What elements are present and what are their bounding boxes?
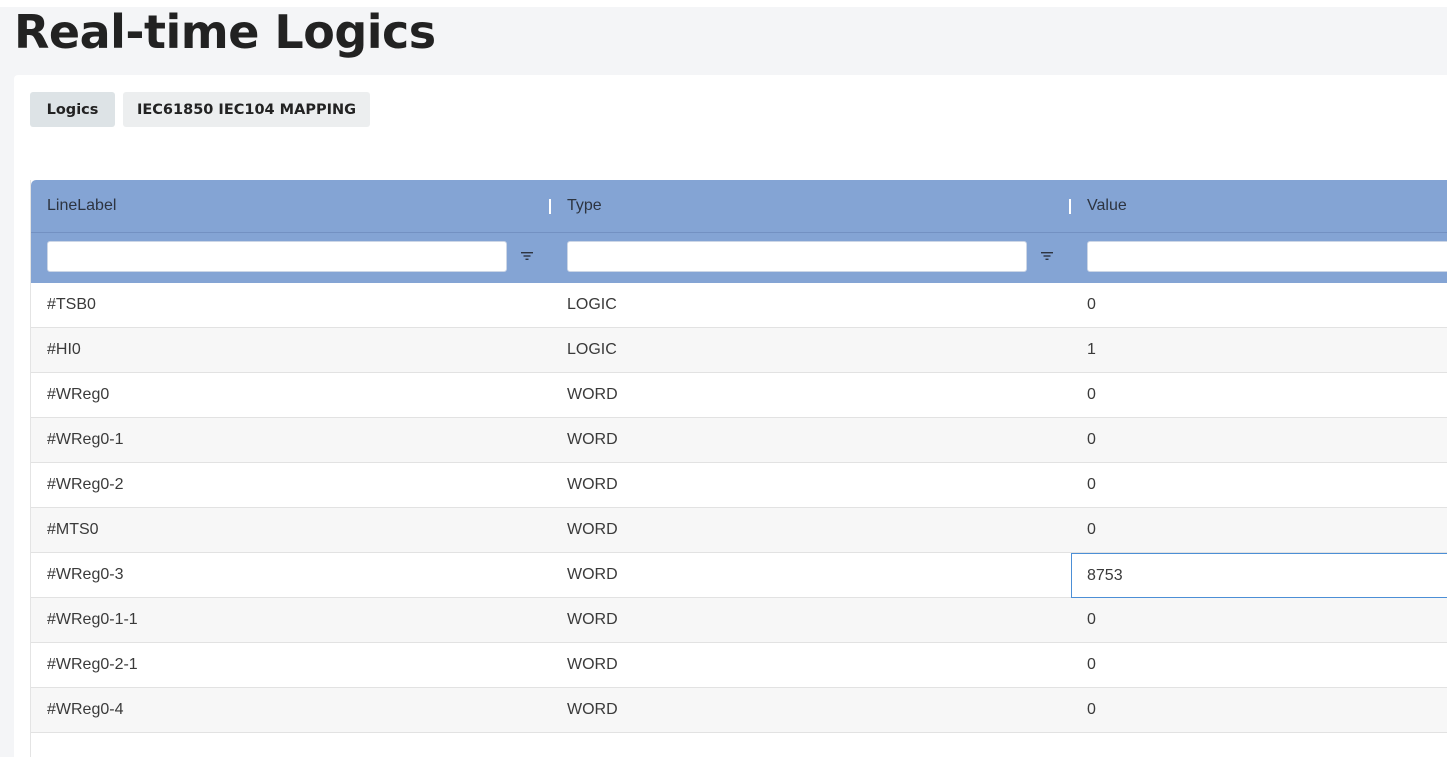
data-grid: LineLabel Type Value #TSB0 LOGIC 0 #HI0 …: [30, 180, 1447, 757]
filter-icon[interactable]: [1039, 248, 1055, 264]
cell-linelabel[interactable]: #WReg0-3: [47, 553, 547, 597]
table-row[interactable]: #WReg0-1 WORD 0: [31, 418, 1447, 463]
page-title: Real-time Logics: [14, 5, 436, 59]
grid-body: #TSB0 LOGIC 0 #HI0 LOGIC 1 #WReg0 WORD 0…: [31, 283, 1447, 733]
tab-logics[interactable]: Logics: [30, 92, 115, 127]
filter-icon[interactable]: [519, 248, 535, 264]
cell-linelabel[interactable]: #WReg0-2-1: [47, 643, 547, 687]
cell-type[interactable]: WORD: [567, 643, 1067, 687]
cell-linelabel[interactable]: #HI0: [47, 328, 547, 372]
cell-linelabel[interactable]: #WReg0-4: [47, 688, 547, 732]
table-row[interactable]: #WReg0-1-1 WORD 0: [31, 598, 1447, 643]
cell-linelabel[interactable]: #WReg0-2: [47, 463, 547, 507]
cell-linelabel[interactable]: #TSB0: [47, 283, 547, 327]
cell-type[interactable]: WORD: [567, 688, 1067, 732]
linelabel-filter-input[interactable]: [47, 241, 507, 272]
cell-value[interactable]: 0: [1071, 283, 1447, 327]
table-row[interactable]: #WReg0-3 WORD 8753: [31, 553, 1447, 598]
column-resize-handle[interactable]: [549, 199, 551, 214]
column-header-linelabel[interactable]: LineLabel: [47, 180, 116, 232]
header-divider: [31, 232, 1447, 233]
table-row[interactable]: #WReg0-2 WORD 0: [31, 463, 1447, 508]
cell-value[interactable]: 0: [1071, 598, 1447, 642]
table-row[interactable]: #WReg0-4 WORD 0: [31, 688, 1447, 733]
table-row[interactable]: #HI0 LOGIC 1: [31, 328, 1447, 373]
table-row[interactable]: #WReg0 WORD 0: [31, 373, 1447, 418]
cell-linelabel[interactable]: #WReg0: [47, 373, 547, 417]
cell-value[interactable]: 1: [1071, 328, 1447, 372]
cell-value[interactable]: 0: [1071, 418, 1447, 462]
table-row[interactable]: #WReg0-2-1 WORD 0: [31, 643, 1447, 688]
cell-value[interactable]: 0: [1071, 643, 1447, 687]
table-row[interactable]: #MTS0 WORD 0: [31, 508, 1447, 553]
column-header-type[interactable]: Type: [567, 180, 602, 232]
cell-value-focused[interactable]: 8753: [1071, 553, 1447, 598]
cell-value[interactable]: 0: [1071, 463, 1447, 507]
cell-linelabel[interactable]: #WReg0-1-1: [47, 598, 547, 642]
cell-linelabel[interactable]: #WReg0-1: [47, 418, 547, 462]
table-row[interactable]: #TSB0 LOGIC 0: [31, 283, 1447, 328]
value-filter-input[interactable]: [1087, 241, 1447, 272]
column-header-value[interactable]: Value: [1087, 180, 1127, 232]
cell-type[interactable]: WORD: [567, 373, 1067, 417]
cell-value[interactable]: 0: [1071, 508, 1447, 552]
cell-type[interactable]: LOGIC: [567, 328, 1067, 372]
cell-value[interactable]: 0: [1071, 688, 1447, 732]
cell-linelabel[interactable]: #MTS0: [47, 508, 547, 552]
cell-type[interactable]: WORD: [567, 463, 1067, 507]
cell-value[interactable]: 0: [1071, 373, 1447, 417]
cell-type[interactable]: WORD: [567, 598, 1067, 642]
cell-type[interactable]: LOGIC: [567, 283, 1067, 327]
grid-header: LineLabel Type Value: [31, 180, 1447, 283]
content-panel: Logics IEC61850 IEC104 MAPPING LineLabel…: [14, 75, 1447, 757]
type-filter-input[interactable]: [567, 241, 1027, 272]
column-resize-handle[interactable]: [1069, 199, 1071, 214]
cell-type[interactable]: WORD: [567, 553, 1067, 597]
cell-type[interactable]: WORD: [567, 418, 1067, 462]
cell-type[interactable]: WORD: [567, 508, 1067, 552]
tab-iec-mapping[interactable]: IEC61850 IEC104 MAPPING: [123, 92, 370, 127]
